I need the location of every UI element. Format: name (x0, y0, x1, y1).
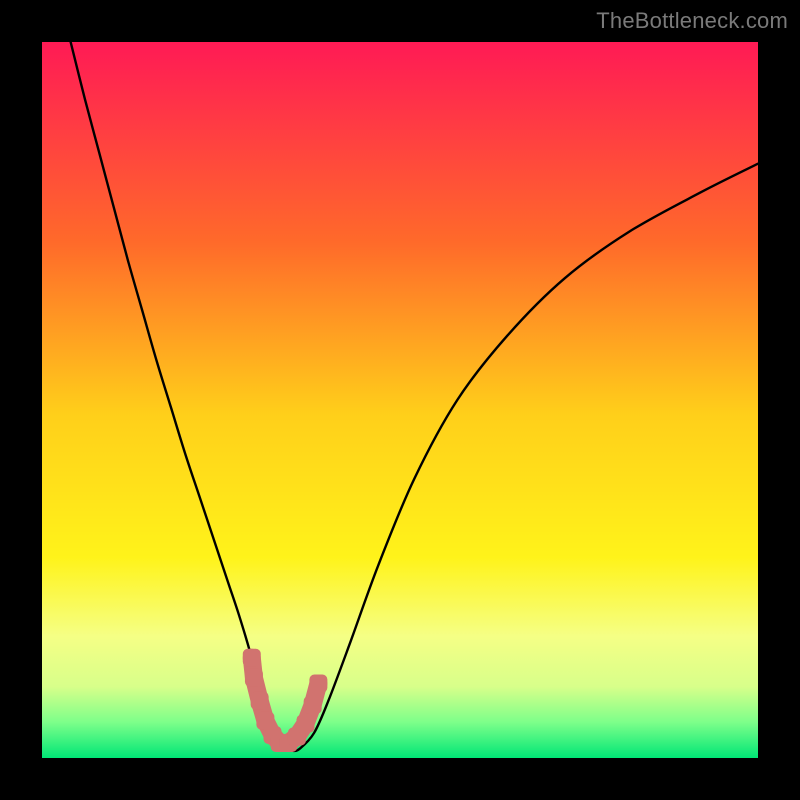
optimal-marker-point (309, 675, 327, 693)
optimal-marker-point (243, 649, 261, 667)
watermark-text: TheBottleneck.com (596, 8, 788, 34)
optimal-marker-point (296, 715, 314, 733)
chart-frame: TheBottleneck.com (0, 0, 800, 800)
plot-area (42, 42, 758, 758)
optimal-marker-point (304, 696, 322, 714)
gradient-background (42, 42, 758, 758)
optimal-marker-point (245, 669, 263, 687)
optimal-marker-point (251, 692, 269, 710)
chart-svg (42, 42, 758, 758)
